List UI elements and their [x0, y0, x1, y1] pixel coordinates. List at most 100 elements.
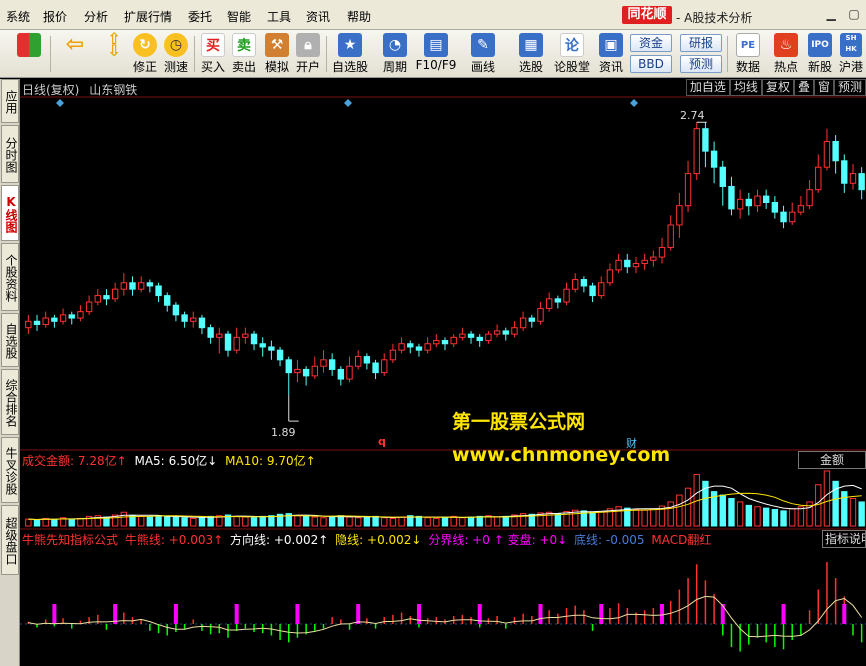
volume-bar: [849, 498, 857, 527]
candle-body: [276, 349, 284, 361]
candle-body: [164, 295, 171, 306]
chart-area[interactable]: 日线(复权) 山东钢铁 加自选 均线 复权叠窗预测 2.74 1.89 q 财 成交…: [20, 79, 866, 666]
candle-body: [103, 295, 110, 300]
watermark-title: 第一股票公式网: [452, 411, 586, 433]
candle-body: [580, 279, 588, 287]
candle-body: [823, 141, 831, 168]
menu-analysis[interactable]: 分析: [84, 8, 108, 25]
speedtest-button[interactable]: ◷ 测速: [161, 33, 191, 75]
candle-body: [502, 330, 509, 335]
candle-body: [259, 343, 266, 348]
candle-body: [51, 317, 58, 322]
tab-watchlist[interactable]: 自选股: [1, 313, 19, 367]
ma10-value: 9.70亿↑: [266, 454, 316, 468]
pe-icon: PE: [736, 33, 760, 57]
volume-bar: [823, 470, 831, 527]
tab-stock-profile[interactable]: 个股资料: [1, 243, 19, 311]
back-button[interactable]: ⇦: [60, 33, 90, 57]
forecast-button[interactable]: 预测: [833, 79, 866, 96]
candle-body: [320, 359, 327, 367]
candle-body: [771, 202, 779, 213]
candle-body: [216, 333, 223, 338]
candle-body: [780, 211, 787, 223]
chart-canvas[interactable]: [20, 79, 866, 666]
candle-body: [407, 343, 414, 348]
volume-bar: [771, 509, 779, 527]
forecast-pill[interactable]: 预测: [680, 55, 722, 73]
volume-bar: [780, 510, 787, 527]
stock-select-button[interactable]: ▦ 选股: [516, 33, 546, 75]
funds-pill[interactable]: 资金: [630, 34, 672, 52]
buy-icon: 买: [201, 33, 225, 57]
add-watchlist-button[interactable]: 加自选: [685, 79, 730, 96]
candle-body: [589, 285, 596, 297]
tab-kline[interactable]: K线图: [1, 185, 19, 241]
tab-intraday[interactable]: 分时图: [1, 125, 19, 183]
tab-super-orderbook[interactable]: 超级盘口: [1, 505, 19, 575]
news-button[interactable]: ▣ 资讯: [596, 33, 626, 75]
toolbar-separator: [50, 36, 51, 72]
watchlist-label: 自选股: [331, 60, 368, 74]
f10-button[interactable]: ▤ F10/F9: [416, 33, 456, 72]
star-icon: ★: [338, 33, 362, 57]
menu-system[interactable]: 系统: [6, 8, 30, 25]
overlay-button[interactable]: 叠: [793, 79, 814, 96]
tab-ranking[interactable]: 综合排名: [1, 369, 19, 435]
chart-toolbar: 加自选 均线 复权叠窗预测: [685, 79, 866, 97]
f10-icon: ▤: [424, 33, 448, 57]
indicator-help-button[interactable]: 指标说明: [822, 530, 866, 548]
open-account-button[interactable]: 🔒︎ 开户: [293, 33, 323, 75]
volume-bar: [302, 515, 310, 527]
candle-body: [632, 263, 640, 268]
candle-body: [302, 368, 310, 377]
candle-body: [146, 282, 154, 287]
menu-bar: 系统 报价 分析 扩展行情 委托 智能 工具 资讯 帮助 同花顺 - A股技术分…: [0, 0, 866, 30]
candle-body: [528, 317, 535, 322]
window-button[interactable]: 窗: [813, 79, 834, 96]
candle-body: [398, 343, 405, 351]
data-button[interactable]: PE 数据: [733, 33, 763, 75]
menu-entrust[interactable]: 委托: [188, 8, 212, 25]
candle-body: [450, 336, 457, 345]
candle-body: [346, 365, 353, 380]
candle-body: [797, 205, 805, 213]
ma5-value: 6.50亿↓: [168, 454, 218, 468]
menu-news[interactable]: 资讯: [306, 8, 330, 25]
candle-body: [94, 295, 101, 303]
minimize-icon[interactable]: ▁: [823, 6, 839, 22]
candle-body: [598, 282, 605, 297]
menu-tools[interactable]: 工具: [267, 8, 291, 25]
menu-quote[interactable]: 报价: [43, 8, 67, 25]
volume-bar: [676, 494, 683, 527]
menu-help[interactable]: 帮助: [347, 8, 371, 25]
turning-marker: [295, 604, 300, 624]
tab-apps[interactable]: 应用: [1, 79, 19, 123]
candle-body: [33, 320, 41, 325]
volume-bar: [233, 515, 240, 527]
bbd-pill[interactable]: BBD: [630, 55, 672, 73]
research-pill[interactable]: 研报: [680, 34, 722, 52]
candle-body: [415, 346, 423, 351]
amount-toggle-button[interactable]: 金额: [798, 451, 866, 469]
ma-button[interactable]: 均线: [729, 79, 762, 96]
candle-body: [207, 327, 214, 338]
stock-select-label: 选股: [518, 60, 543, 74]
forum-button[interactable]: 论 论股堂: [554, 33, 590, 75]
maximize-icon[interactable]: ▢: [846, 6, 862, 22]
menu-smart[interactable]: 智能: [227, 8, 251, 25]
f10-label: F10/F9: [415, 58, 457, 72]
tab-diagnosis[interactable]: 牛叉诊股: [1, 437, 19, 503]
adjust-button[interactable]: 复权: [761, 79, 794, 96]
ma5-label: MA5:: [134, 454, 165, 468]
sh-hk-button[interactable]: SH HK 沪港: [838, 33, 864, 75]
up-down-button[interactable]: ⇧ ⇩: [99, 31, 129, 59]
draw-line-button[interactable]: ✎ 画线: [468, 33, 498, 75]
volume-bar: [137, 515, 145, 527]
volume-bar: [328, 515, 336, 527]
period-button[interactable]: ◔ 周期: [380, 33, 410, 75]
boundary-line: 分界线: +0: [428, 533, 490, 547]
menu-extended-market[interactable]: 扩展行情: [124, 8, 172, 25]
watchlist-button[interactable]: ★ 自选股: [332, 33, 368, 75]
ma10-label: MA10:: [225, 454, 264, 468]
layout-button[interactable]: [14, 33, 44, 57]
